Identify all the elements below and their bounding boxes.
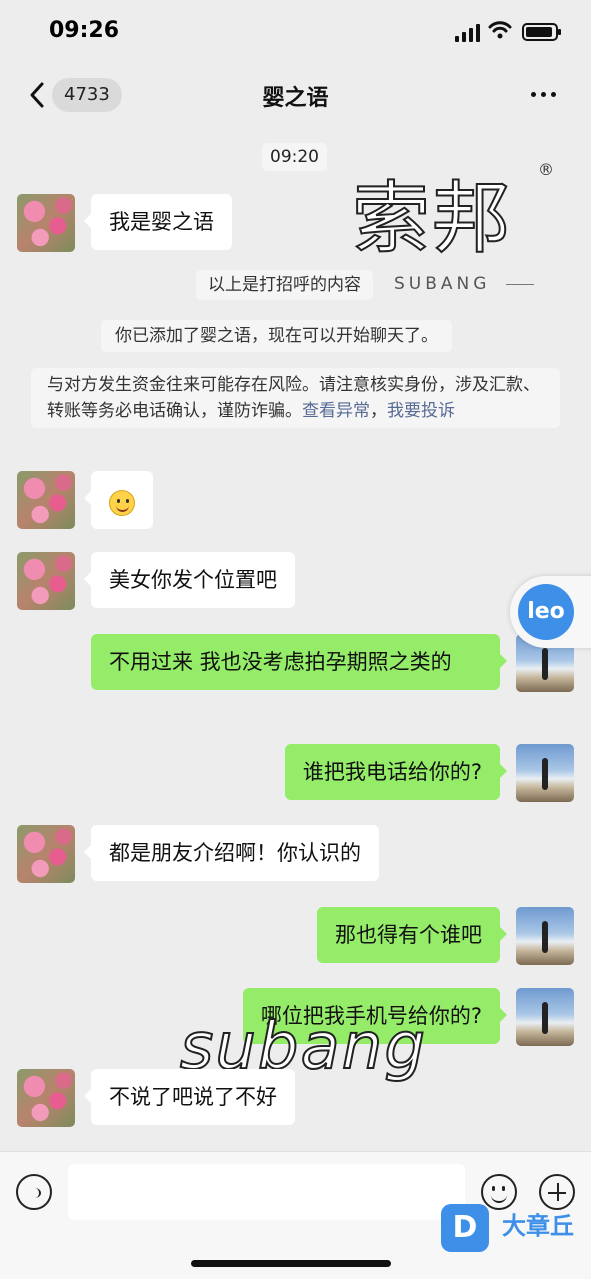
battery-icon (522, 23, 561, 41)
floating-assistant-button[interactable]: leo (510, 576, 591, 648)
risk-warning-text: 与对方发生资金往来可能存在风险。请注意核实身份，涉及汇款、转账等务必电话确认，谨… (47, 375, 540, 421)
message-bubble-outgoing[interactable]: 谁把我电话给你的? (284, 744, 508, 800)
more-options-icon[interactable] (531, 90, 559, 100)
watermark-brand-sub: SUBANG (394, 274, 491, 294)
message-bubble-incoming[interactable]: 不说了吧说了不好 (84, 1069, 295, 1125)
message-bubble-incoming[interactable]: 美女你发个位置吧 (84, 552, 295, 608)
message-bubble-outgoing[interactable]: 不用过来 我也没考虑拍孕期照之类的 (91, 634, 507, 690)
floating-assistant-icon: leo (518, 584, 574, 640)
corner-logo-text: 大章丘 (502, 1212, 574, 1240)
chat-header: 4733 婴之语 (0, 62, 591, 128)
report-link[interactable]: 我要投诉 (387, 401, 455, 421)
emoji-picker-icon[interactable] (481, 1174, 517, 1210)
self-avatar[interactable] (516, 744, 574, 802)
peer-avatar[interactable] (17, 1069, 75, 1127)
view-anomaly-link[interactable]: 查看异常 (302, 401, 370, 421)
status-bar: 09:26 (0, 0, 591, 62)
self-avatar[interactable] (516, 988, 574, 1046)
watermark-divider (506, 284, 534, 285)
peer-avatar[interactable] (17, 194, 75, 252)
smile-emoji-icon (109, 490, 135, 516)
watermark-registered-mark: ® (538, 160, 554, 179)
message-input[interactable] (68, 1164, 465, 1220)
peer-avatar[interactable] (17, 552, 75, 610)
status-time: 09:26 (49, 18, 120, 43)
message-bubble-outgoing[interactable]: 那也得有个谁吧 (317, 907, 507, 963)
self-avatar[interactable] (516, 907, 574, 965)
corner-logo-icon: D (441, 1204, 489, 1252)
message-bubble-incoming[interactable]: 都是朋友介绍啊！你认识的 (84, 825, 379, 881)
message-timestamp: 09:20 (262, 143, 327, 171)
cellular-signal-icon (455, 24, 481, 42)
wifi-icon (488, 21, 512, 39)
risk-separator: ， (370, 401, 387, 421)
system-note-added: 你已添加了婴之语，现在可以开始聊天了。 (101, 320, 452, 352)
system-note-risk-warning: 与对方发生资金往来可能存在风险。请注意核实身份，涉及汇款、转账等务必电话确认，谨… (31, 368, 560, 428)
message-bubble-incoming[interactable] (84, 471, 153, 529)
chat-title: 婴之语 (262, 86, 329, 111)
message-bubble-incoming[interactable]: 我是婴之语 (84, 194, 232, 250)
peer-avatar[interactable] (17, 471, 75, 529)
more-actions-plus-icon[interactable] (539, 1174, 575, 1210)
voice-input-icon[interactable] (16, 1174, 52, 1210)
home-indicator[interactable] (191, 1260, 391, 1267)
system-note-greeting: 以上是打招呼的内容 (196, 270, 373, 300)
peer-avatar[interactable] (17, 825, 75, 883)
watermark-brand: 索邦 (351, 173, 513, 265)
